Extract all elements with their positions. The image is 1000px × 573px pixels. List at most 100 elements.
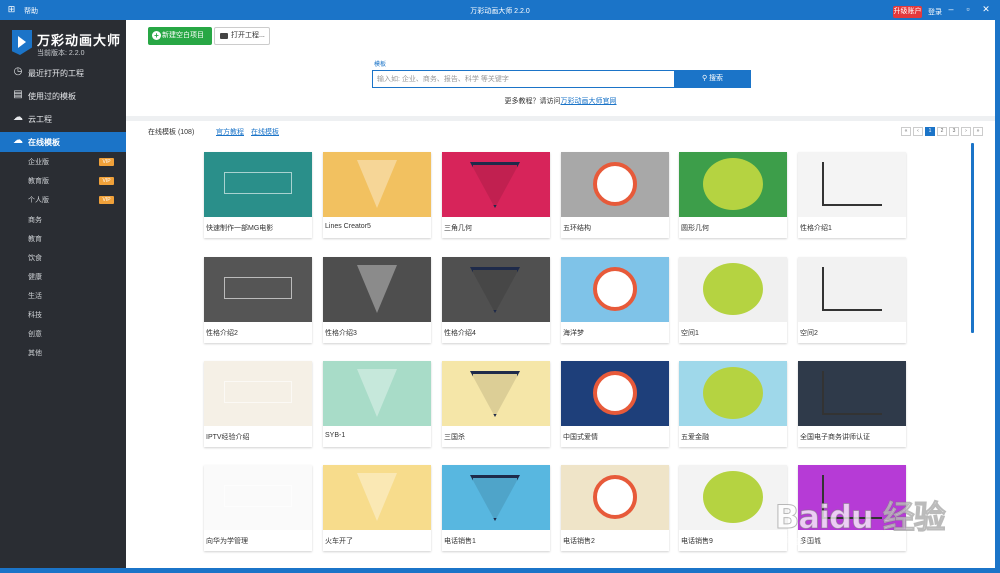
template-card[interactable]: 三角几何 xyxy=(442,152,550,238)
category-label: 健康 xyxy=(28,274,42,281)
nav-recent-projects[interactable]: ◷ 最近打开的工程 xyxy=(0,63,126,83)
template-card[interactable]: 圆形几何 xyxy=(679,152,787,238)
template-card[interactable]: 多国城 xyxy=(798,465,906,551)
template-thumbnail[interactable] xyxy=(442,361,550,426)
nav-cloud-projects[interactable]: ☁ 云工程 xyxy=(0,109,126,129)
category-creative[interactable]: 创意 xyxy=(28,329,123,343)
template-title: 空间2 xyxy=(800,330,818,337)
page-3[interactable]: 3 xyxy=(949,127,959,136)
template-thumbnail[interactable] xyxy=(204,152,312,217)
template-card[interactable]: 空间2 xyxy=(798,257,906,343)
category-food[interactable]: 饮食 xyxy=(28,253,123,267)
thumbnail-decoration xyxy=(357,473,397,521)
template-card[interactable]: 火车开了 xyxy=(323,465,431,551)
template-thumbnail[interactable] xyxy=(323,465,431,530)
open-project-label: 打开工程... xyxy=(231,32,265,39)
official-site-link[interactable]: 万彩动画大师官网 xyxy=(561,98,617,105)
category-life[interactable]: 生活 xyxy=(28,291,123,305)
template-card[interactable]: 三国杀 xyxy=(442,361,550,447)
category-personal[interactable]: 个人版 VIP xyxy=(28,195,123,209)
page-2[interactable]: 2 xyxy=(937,127,947,136)
new-project-button[interactable]: + 新建空白项目 xyxy=(148,27,212,45)
category-other[interactable]: 其他 xyxy=(28,348,123,362)
template-card[interactable]: 电话销售1 xyxy=(442,465,550,551)
cloud-icon: ☁ xyxy=(13,112,23,123)
template-thumbnail[interactable] xyxy=(561,257,669,322)
template-thumbnail[interactable] xyxy=(561,465,669,530)
template-card[interactable]: 电话销售2 xyxy=(561,465,669,551)
brand-name: 万彩动画大师 xyxy=(37,33,122,48)
template-card[interactable]: SYB-1 xyxy=(323,361,431,447)
search-icon: ⚲ xyxy=(701,75,710,82)
page-next[interactable]: › xyxy=(961,127,971,136)
template-thumbnail[interactable] xyxy=(323,152,431,217)
nav-online-templates[interactable]: ☁ 在线模板 xyxy=(0,132,126,152)
tab-online-templates[interactable]: 在线模板 xyxy=(251,127,279,137)
template-card[interactable]: 向华为学管理 xyxy=(204,465,312,551)
template-card[interactable]: 电话销售9 xyxy=(679,465,787,551)
page-last[interactable]: » xyxy=(973,127,983,136)
open-project-button[interactable]: 打开工程... xyxy=(214,27,270,45)
category-label: 企业版 xyxy=(28,159,49,166)
template-card[interactable]: 性格介绍3 xyxy=(323,257,431,343)
upgrade-account-button[interactable]: 升级账户 xyxy=(893,6,922,18)
template-thumbnail[interactable] xyxy=(204,361,312,426)
category-enterprise[interactable]: 企业版 VIP xyxy=(28,157,123,171)
new-project-label: 新建空白项目 xyxy=(162,32,204,39)
template-thumbnail[interactable] xyxy=(204,257,312,322)
template-thumbnail[interactable] xyxy=(798,361,906,426)
category-label: 创意 xyxy=(28,331,42,338)
thumbnail-decoration xyxy=(224,381,292,403)
page-first[interactable]: « xyxy=(901,127,911,136)
template-card[interactable]: 海洋梦 xyxy=(561,257,669,343)
template-thumbnail[interactable] xyxy=(323,361,431,426)
template-thumbnail[interactable] xyxy=(442,257,550,322)
template-thumbnail[interactable] xyxy=(679,152,787,217)
template-thumbnail[interactable] xyxy=(798,152,906,217)
template-card[interactable]: 五环结构 xyxy=(561,152,669,238)
template-thumbnail[interactable] xyxy=(204,465,312,530)
template-thumbnail[interactable] xyxy=(561,361,669,426)
template-thumbnail[interactable] xyxy=(679,465,787,530)
template-thumbnail[interactable] xyxy=(679,257,787,322)
clock-icon: ◷ xyxy=(13,66,23,77)
close-icon[interactable]: ✕ xyxy=(980,4,992,15)
category-education-edition[interactable]: 教育版 VIP xyxy=(28,176,123,190)
template-card[interactable]: 空间1 xyxy=(679,257,787,343)
page-1[interactable]: 1 xyxy=(925,127,935,136)
template-thumbnail[interactable] xyxy=(323,257,431,322)
category-tech[interactable]: 科技 xyxy=(28,310,123,324)
template-card[interactable]: 五爱金融 xyxy=(679,361,787,447)
template-title: 快速制作一部MG电影 xyxy=(206,225,274,232)
search-button[interactable]: ⚲ 搜索 xyxy=(674,70,751,88)
search-label: 模板 xyxy=(374,62,387,68)
template-thumbnail[interactable] xyxy=(679,361,787,426)
category-health[interactable]: 健康 xyxy=(28,272,123,286)
template-card[interactable]: Lines Creator5 xyxy=(323,152,431,238)
template-card[interactable]: 全国电子商务讲师认证 xyxy=(798,361,906,447)
category-education[interactable]: 教育 xyxy=(28,234,123,248)
tab-official-tutorials[interactable]: 官方教程 xyxy=(216,127,244,137)
maximize-icon[interactable]: ▫ xyxy=(962,4,974,15)
template-card[interactable]: 性格介绍2 xyxy=(204,257,312,343)
template-card[interactable]: 性格介绍1 xyxy=(798,152,906,238)
search-input[interactable] xyxy=(372,70,675,88)
login-link[interactable]: 登录 xyxy=(928,7,942,17)
template-card[interactable]: IPTV经验介绍 xyxy=(204,361,312,447)
nav-used-templates[interactable]: ▤ 使用过的模板 xyxy=(0,86,126,106)
thumbnail-decoration xyxy=(224,172,292,194)
template-card[interactable]: 性格介绍4 xyxy=(442,257,550,343)
page-prev[interactable]: ‹ xyxy=(913,127,923,136)
vertical-scrollbar[interactable] xyxy=(971,143,974,333)
template-thumbnail[interactable] xyxy=(442,152,550,217)
tutorial-line: 更多教程？请访问万彩动画大师官网 xyxy=(126,96,995,106)
minimize-icon[interactable]: – xyxy=(945,4,957,15)
thumbnail-decoration xyxy=(470,267,520,313)
category-business[interactable]: 商务 xyxy=(28,215,123,229)
template-thumbnail[interactable] xyxy=(561,152,669,217)
template-card[interactable]: 快速制作一部MG电影 xyxy=(204,152,312,238)
template-thumbnail[interactable] xyxy=(442,465,550,530)
template-thumbnail[interactable] xyxy=(798,465,906,530)
template-thumbnail[interactable] xyxy=(798,257,906,322)
template-card[interactable]: 中国式爱情 xyxy=(561,361,669,447)
